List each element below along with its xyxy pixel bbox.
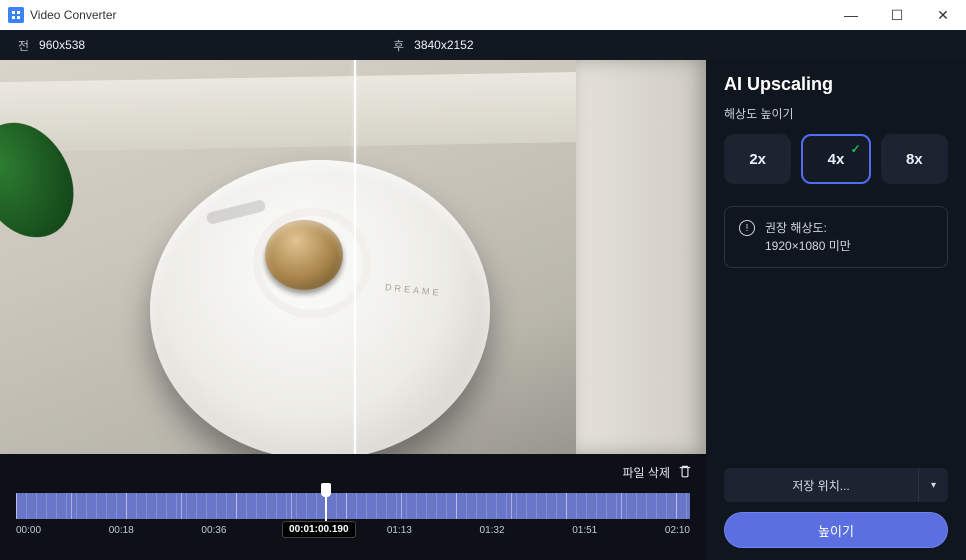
recommended-value: 1920×1080 미만 <box>765 239 851 253</box>
compare-slider-handle[interactable] <box>354 60 356 454</box>
file-delete-label: 파일 삭제 <box>623 464 671 481</box>
recommended-label: 권장 해상도: <box>765 221 827 235</box>
window-minimize-button[interactable]: — <box>828 0 874 30</box>
info-icon: ! <box>739 220 755 236</box>
save-location-dropdown[interactable]: 저장 위치... ▾ <box>724 468 948 502</box>
after-label: 후 <box>393 37 404 54</box>
time-mark: 00:36 <box>201 525 226 536</box>
time-mark: 02:10 <box>665 525 690 536</box>
window-close-button[interactable]: ✕ <box>920 0 966 30</box>
save-location-label: 저장 위치... <box>724 477 918 494</box>
scale-option-label: 2x <box>749 151 766 168</box>
check-icon: ✓ <box>851 142 861 156</box>
resolution-compare-bar: 전 960x538 후 3840x2152 <box>0 30 966 60</box>
upscale-button[interactable]: 높이기 <box>724 512 948 548</box>
before-resolution: 960x538 <box>39 38 85 52</box>
scale-option-4x[interactable]: 4x ✓ <box>801 134 870 184</box>
scale-option-8x[interactable]: 8x <box>881 134 948 184</box>
time-mark: 00:18 <box>109 525 134 536</box>
window-maximize-button[interactable]: ☐ <box>874 0 920 30</box>
time-mark: 01:51 <box>572 525 597 536</box>
scale-option-label: 4x <box>828 151 845 168</box>
titlebar: Video Converter — ☐ ✕ <box>0 0 966 30</box>
timeline-playhead[interactable] <box>321 483 331 523</box>
timeline-labels: 00:00 00:18 00:36 00:54 01:13 01:32 01:5… <box>16 525 690 536</box>
file-delete-button[interactable]: 파일 삭제 <box>14 464 692 487</box>
recommended-resolution-box: ! 권장 해상도: 1920×1080 미만 <box>724 206 948 268</box>
panel-subtitle: 해상도 높이기 <box>724 105 948 122</box>
before-label: 전 <box>18 37 29 54</box>
time-mark: 01:13 <box>387 525 412 536</box>
timeline-current-time: 00:01:00.190 <box>282 521 356 538</box>
video-preview: DREAME <box>0 60 706 454</box>
window-title: Video Converter <box>30 8 828 22</box>
chevron-down-icon[interactable]: ▾ <box>918 468 948 502</box>
timeline-track[interactable] <box>16 493 690 519</box>
scale-option-2x[interactable]: 2x <box>724 134 791 184</box>
upscale-button-label: 높이기 <box>818 521 854 540</box>
time-mark: 00:00 <box>16 525 41 536</box>
panel-title: AI Upscaling <box>724 74 948 95</box>
after-resolution: 3840x2152 <box>414 38 473 52</box>
time-mark: 01:32 <box>480 525 505 536</box>
app-icon <box>8 7 24 23</box>
scale-option-label: 8x <box>906 151 923 168</box>
trash-icon <box>678 464 692 481</box>
